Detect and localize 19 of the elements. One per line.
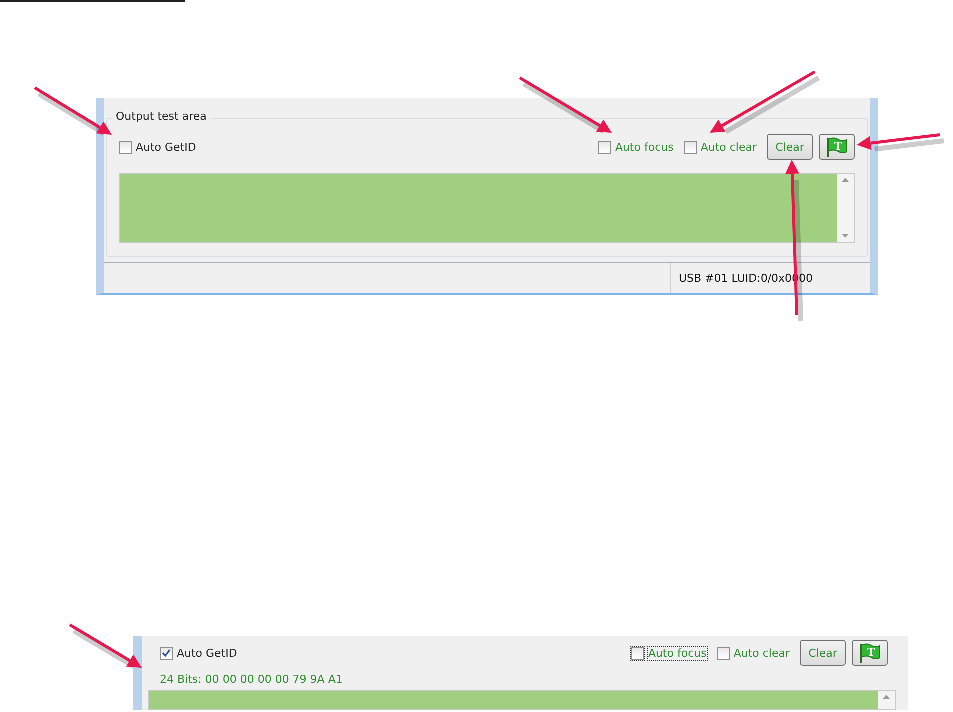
checkbox[interactable]: Auto GetID — [119, 140, 196, 154]
checkbox[interactable]: Auto clear — [716, 646, 790, 660]
flag-button[interactable]: T — [819, 134, 855, 160]
checkbox[interactable]: Auto focus — [598, 140, 674, 154]
scroll-up-icon[interactable] — [883, 695, 890, 699]
output-area[interactable] — [119, 173, 855, 243]
clear-button[interactable]: Clear — [767, 134, 813, 160]
flag-icon — [858, 643, 882, 663]
checkbox[interactable]: Auto GetID — [160, 646, 238, 660]
flag-icon — [825, 137, 849, 157]
scroll-down-icon[interactable] — [842, 234, 849, 238]
checkbox[interactable]: Auto clear — [684, 140, 757, 154]
group-title: Output test area — [113, 110, 210, 123]
check-icon — [162, 649, 171, 657]
output-line: 24 Bits: 00 00 00 00 00 79 9A A1 — [159, 673, 344, 686]
clear-button[interactable]: Clear — [800, 640, 846, 666]
flag-button[interactable]: T — [852, 640, 888, 666]
checkbox[interactable]: Auto focus — [631, 646, 707, 660]
scroll-up-icon[interactable] — [842, 178, 849, 182]
